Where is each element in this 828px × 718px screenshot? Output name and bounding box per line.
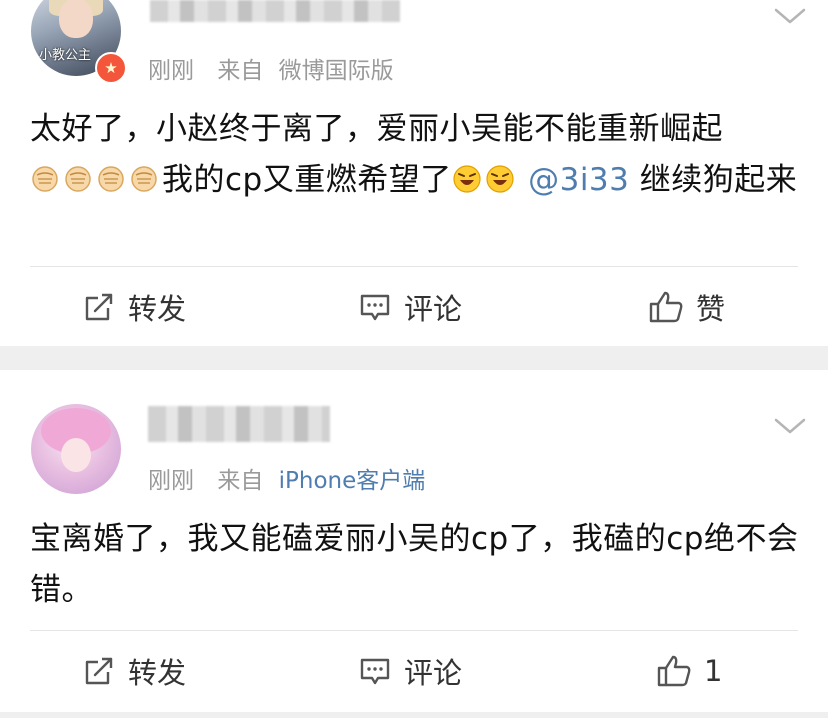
forward-label: 转发 [128, 292, 187, 326]
post-meta: 刚刚 来自 iPhone客户端 [148, 461, 425, 495]
post-card: 小教公主 ★ 刚刚 来自 微博国际版 太好了，小赵终于离了，爱丽小吴能不能重新崛… [0, 0, 828, 346]
mention-link[interactable]: @3i33 [528, 162, 629, 198]
comment-icon [360, 658, 390, 685]
avatar-caption: 小教公主 [39, 48, 92, 63]
like-count: 1 [704, 654, 723, 688]
post-from-label: 来自 [217, 468, 264, 494]
fist-emoji-icon [65, 166, 91, 192]
username-blurred[interactable] [150, 0, 400, 22]
avatar-face [59, 0, 93, 38]
comment-button[interactable]: 评论 [358, 272, 462, 342]
grin-emoji-icon [486, 165, 514, 193]
post-from-label: 来自 [217, 58, 264, 84]
forward-label: 转发 [128, 656, 187, 690]
username-blurred[interactable] [148, 406, 330, 442]
post-time: 刚刚 [148, 468, 194, 494]
forward-icon [85, 293, 113, 321]
avatar[interactable] [31, 404, 121, 494]
thumbs-up-icon [657, 655, 691, 687]
comment-button[interactable]: 评论 [358, 636, 462, 706]
divider [30, 266, 798, 267]
like-button[interactable]: 赞 [648, 272, 725, 342]
fist-emoji-icon [32, 166, 58, 192]
post-source[interactable]: iPhone客户端 [279, 468, 426, 494]
like-button[interactable]: 1 [656, 636, 722, 706]
fist-emoji-icon [98, 166, 124, 192]
feed-separator [0, 712, 828, 718]
post-actions: 转发 评论 赞 [0, 266, 828, 342]
feed-separator [0, 346, 828, 370]
post-text-inline: 我的cp又重燃希望了 [162, 162, 452, 198]
chevron-down-icon[interactable] [772, 4, 808, 28]
forward-button[interactable]: 转发 [82, 272, 186, 342]
comment-label: 评论 [404, 292, 463, 326]
comment-label: 评论 [404, 656, 463, 690]
verified-badge-icon: ★ [95, 52, 127, 84]
post-actions: 转发 评论 1 [0, 630, 828, 706]
post-content: 太好了，小赵终于离了，爱丽小吴能不能重新崛起 我的cp又重燃希望了 @3i33 … [30, 104, 800, 206]
comment-icon [360, 294, 390, 321]
chevron-down-icon[interactable] [772, 414, 808, 438]
post-text-line: 太好了，小赵终于离了，爱丽小吴能不能重新崛起 [30, 111, 723, 147]
post-text-inline: 继续狗起来 [639, 162, 798, 198]
post-source[interactable]: 微博国际版 [279, 58, 394, 84]
divider [30, 630, 798, 631]
post-text: 宝离婚了，我又能磕爱丽小吴的cp了，我磕的cp绝不会错。 [30, 521, 799, 608]
forward-icon [85, 657, 113, 685]
post-content: 宝离婚了，我又能磕爱丽小吴的cp了，我磕的cp绝不会错。 [30, 514, 800, 616]
grin-emoji-icon [453, 165, 481, 193]
thumbs-up-icon [649, 291, 683, 323]
avatar-face [61, 438, 91, 472]
forward-button[interactable]: 转发 [82, 636, 186, 706]
post-time: 刚刚 [148, 58, 194, 84]
fist-emoji-icon [131, 166, 157, 192]
like-label: 赞 [696, 292, 726, 326]
post-meta: 刚刚 来自 微博国际版 [148, 51, 394, 85]
